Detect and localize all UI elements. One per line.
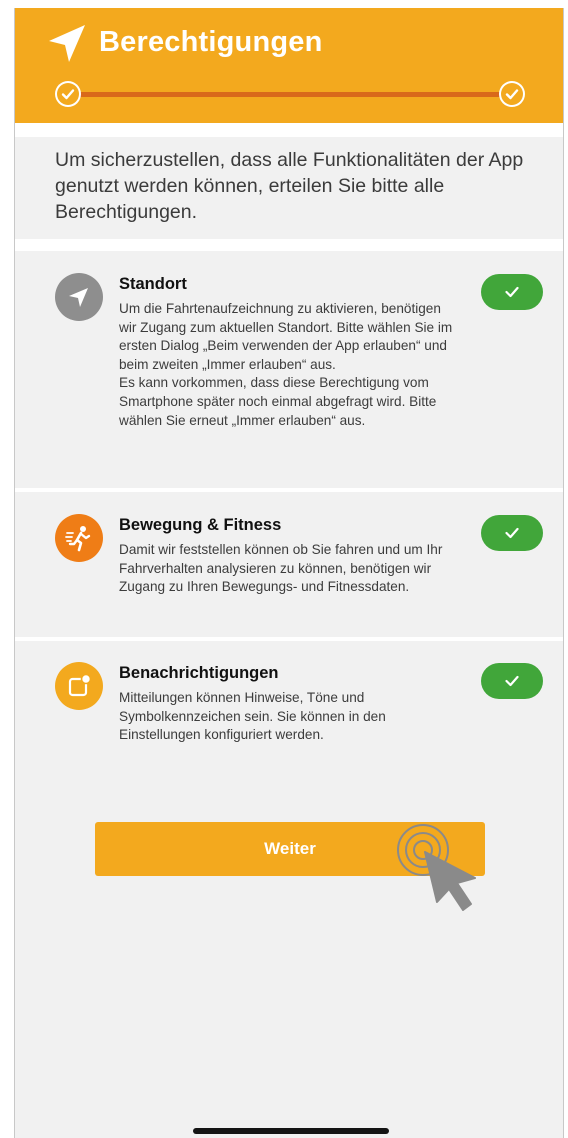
permission-title: Bewegung & Fitness — [119, 516, 282, 534]
permission-description: Um die Fahrtenaufzeichnung zu aktivieren… — [119, 300, 454, 430]
intro-text: Um sicherzustellen, dass alle Funktional… — [55, 149, 524, 223]
permission-description-text: Um die Fahrtenaufzeichnung zu aktivieren… — [119, 301, 453, 428]
location-arrow-icon — [55, 273, 103, 321]
permission-description: Mitteilungen können Hinweise, Töne und S… — [119, 690, 386, 743]
permission-title: Standort — [119, 275, 187, 293]
running-person-icon — [55, 514, 103, 562]
checkmark-icon — [505, 89, 519, 100]
header-bar: Berechtigungen — [15, 8, 563, 123]
checkmark-icon — [61, 89, 75, 100]
divider — [15, 123, 563, 137]
notification-badge-icon — [55, 662, 103, 710]
checkmark-icon — [505, 675, 519, 687]
notifications-permission-toggle[interactable] — [481, 663, 543, 699]
divider — [15, 637, 563, 641]
weiter-button[interactable]: Weiter — [95, 822, 485, 876]
divider — [15, 488, 563, 492]
divider — [15, 239, 563, 251]
location-arrow-icon — [49, 25, 85, 62]
page-title: Berechtigungen — [99, 26, 323, 58]
home-indicator — [193, 1128, 389, 1134]
checkmark-icon — [505, 286, 519, 298]
permission-description: Damit wir feststellen können ob Sie fahr… — [119, 542, 443, 595]
standort-permission-toggle[interactable] — [481, 274, 543, 310]
permission-title: Benachrichtigungen — [119, 664, 279, 682]
checkmark-icon — [505, 527, 519, 539]
app-screen: Berechtigungen Um sicherzustellen, dass … — [14, 8, 564, 1138]
progress-step-1 — [55, 81, 81, 107]
progress-step-2 — [499, 81, 525, 107]
fitness-permission-toggle[interactable] — [481, 515, 543, 551]
progress-bar — [67, 92, 513, 97]
